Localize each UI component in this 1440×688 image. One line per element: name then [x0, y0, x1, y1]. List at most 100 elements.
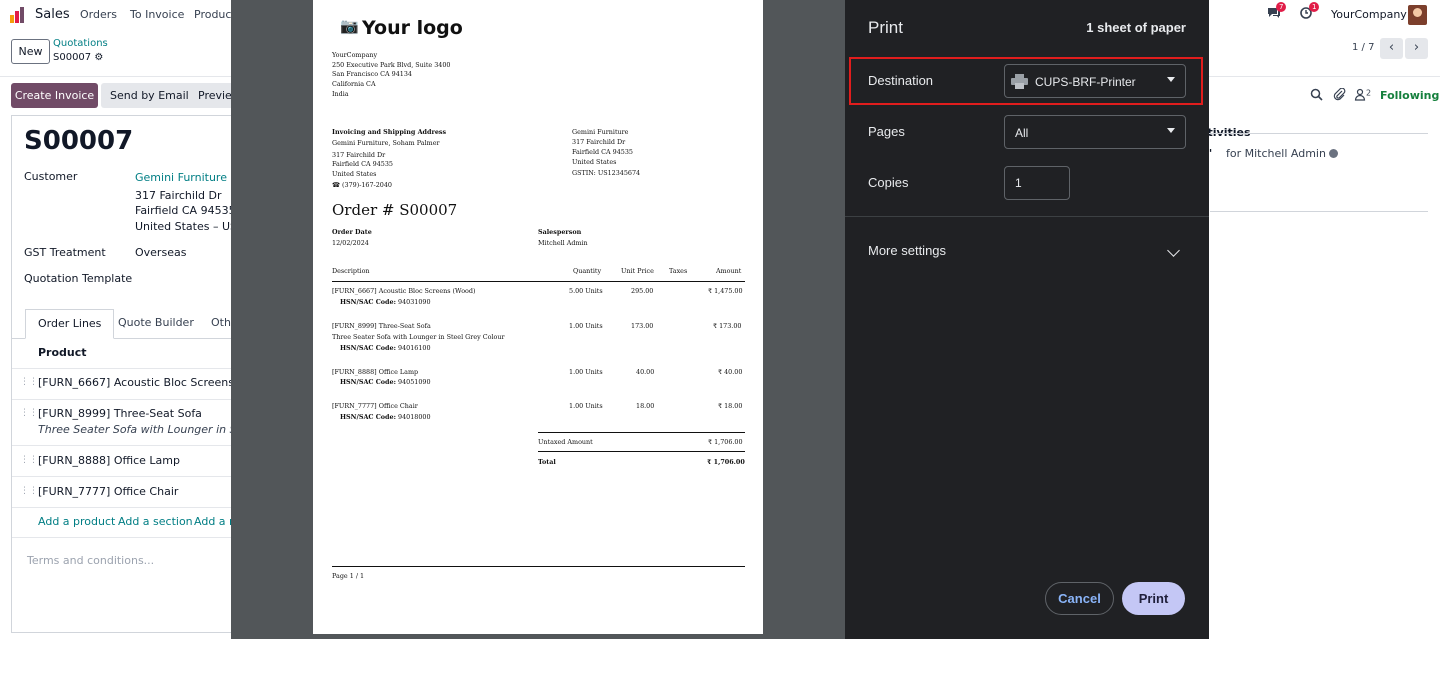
add-note-link[interactable]: Add a no [194, 515, 231, 528]
activity-assignee-text: for Mitchell Admin [1226, 147, 1326, 160]
cancel-button[interactable]: Cancel [1045, 582, 1114, 615]
order-line-product[interactable]: [FURN_6667] Acoustic Bloc Screens (Wood [38, 376, 231, 389]
caret-down-icon [1167, 77, 1175, 82]
print-button[interactable]: Print [1122, 582, 1185, 615]
doc-page-number: Page 1 / 1 [332, 572, 365, 580]
menu-orders[interactable]: Orders [80, 8, 117, 21]
doc-col-description: Description [332, 267, 370, 275]
order-line-product[interactable]: [FURN_8888] Office Lamp [38, 454, 180, 467]
row-divider [12, 537, 242, 538]
info-icon[interactable] [1329, 149, 1339, 158]
order-line-product[interactable]: [FURN_8999] Three-Seat Sofa [38, 407, 202, 420]
doc-hsn-label: HSN/SAC Code: [340, 378, 396, 386]
pager-previous-button[interactable]: ‹ [1380, 38, 1403, 59]
doc-phone-number: (379)-167-2040 [342, 181, 392, 189]
doc-line-desc: [FURN_7777] Office Chair [332, 402, 418, 410]
add-product-link[interactable]: Add a product [38, 515, 115, 528]
paperclip-icon[interactable] [1333, 87, 1346, 105]
doc-hsn-label: HSN/SAC Code: [340, 344, 396, 352]
breadcrumb-quotations[interactable]: Quotations [53, 38, 108, 49]
new-button[interactable]: New [11, 39, 50, 64]
print-preview-page: 📷 Your logo YourCompany 250 Executive Pa… [313, 0, 763, 634]
customer-address-line1: 317 Fairchild Dr [135, 189, 222, 202]
doc-hsn-code: 94018000 [398, 413, 431, 421]
gear-icon[interactable]: ⚙ [94, 52, 103, 63]
app-name[interactable]: Sales [35, 7, 70, 22]
menu-to-invoice[interactable]: To Invoice [130, 8, 184, 21]
doc-line-price: 18.00 [636, 402, 655, 410]
copies-label: Copies [868, 175, 909, 190]
print-title: Print [868, 18, 903, 37]
doc-line-price: 295.00 [631, 287, 654, 295]
create-invoice-button[interactable]: Create Invoice [11, 83, 98, 108]
doc-line-desc: [FURN_8999] Three-Seat Sofa [332, 322, 431, 330]
doc-total-label: Total [538, 458, 556, 466]
tab-quote-builder[interactable]: Quote Builder [106, 309, 206, 339]
followers-button[interactable]: 2 [1354, 88, 1371, 105]
activity-icon[interactable]: 1 [1299, 2, 1320, 23]
pages-value: All [1015, 126, 1029, 140]
tab-order-lines[interactable]: Order Lines [25, 309, 115, 339]
terms-and-conditions-field[interactable]: Terms and conditions... [27, 554, 154, 567]
menu-products[interactable]: Product [194, 8, 236, 21]
doc-customer-line: Fairfield CA 94535 [572, 148, 633, 156]
followers-count: 2 [1366, 88, 1372, 98]
drag-handle-icon[interactable]: ⋮⋮ [20, 455, 38, 465]
user-avatar[interactable] [1408, 5, 1427, 25]
sales-app-icon[interactable] [9, 6, 27, 24]
drag-handle-icon[interactable]: ⋮⋮ [20, 377, 38, 387]
row-divider [12, 399, 242, 400]
order-number: S00007 [24, 126, 134, 156]
doc-customer-line: Gemini Furniture [572, 128, 629, 136]
doc-customer-line: GSTIN: US12345674 [572, 169, 641, 177]
doc-customer-line: United States [572, 158, 617, 166]
company-switcher[interactable]: YourCompany [1331, 8, 1407, 21]
following-button[interactable]: Following [1380, 89, 1439, 102]
printer-icon [1011, 74, 1028, 89]
send-by-email-button[interactable]: Send by Email [101, 83, 198, 108]
drag-handle-icon[interactable]: ⋮⋮ [20, 486, 38, 496]
gst-treatment-label: GST Treatment [24, 246, 106, 259]
search-icon[interactable] [1310, 88, 1323, 105]
doc-line-price: 173.00 [631, 322, 654, 330]
copies-input[interactable]: 1 [1004, 166, 1070, 200]
destination-label: Destination [868, 73, 934, 88]
doc-line-qty: 1.00 Units [569, 322, 603, 330]
row-divider [12, 368, 242, 369]
doc-line-amount: ₹ 173.00 [713, 322, 742, 330]
row-divider [12, 507, 242, 508]
caret-down-icon [1167, 128, 1175, 133]
user-icon [1354, 88, 1366, 101]
breadcrumb-current: S00007 ⚙ [53, 52, 103, 63]
doc-line-amount: ₹ 18.00 [718, 402, 743, 410]
customer-link[interactable]: Gemini Furniture [135, 171, 227, 184]
sheet-count: 1 sheet of paper [1086, 20, 1186, 35]
destination-select[interactable]: CUPS-BRF-Printer [1004, 64, 1186, 98]
drag-handle-icon[interactable]: ⋮⋮ [20, 408, 38, 418]
doc-line-price: 40.00 [636, 368, 655, 376]
doc-company-line: YourCompany [332, 51, 378, 59]
doc-untaxed-amount: ₹ 1,706.00 [708, 438, 743, 446]
order-line-product[interactable]: [FURN_7777] Office Chair [38, 485, 178, 498]
doc-line-hsn: HSN/SAC Code: 94016100 [340, 344, 431, 352]
doc-order-title: Order # S00007 [332, 201, 458, 219]
messages-icon[interactable]: 7 [1266, 2, 1287, 23]
pages-select[interactable]: All [1004, 115, 1186, 149]
doc-company-line: San Francisco CA 94134 [332, 70, 412, 78]
gst-treatment-value[interactable]: Overseas [135, 246, 186, 259]
row-divider [12, 476, 242, 477]
chevron-down-icon[interactable] [1167, 244, 1180, 257]
add-section-link[interactable]: Add a section [118, 515, 193, 528]
product-column-header[interactable]: Product [38, 346, 87, 359]
doc-salesperson: Mitchell Admin [538, 239, 588, 247]
quotation-template-label: Quotation Template [24, 272, 133, 285]
customer-address-line2: Fairfield CA 94535 [135, 204, 236, 217]
doc-line-amount: ₹ 1,475.00 [708, 287, 743, 295]
pager-value[interactable]: 1 / 7 [1352, 42, 1374, 53]
tab-other-info[interactable]: Other [199, 309, 231, 339]
more-settings-toggle[interactable]: More settings [868, 243, 946, 258]
doc-line-desc: [FURN_8888] Office Lamp [332, 368, 419, 376]
pager-next-button[interactable]: › [1405, 38, 1428, 59]
messages-badge: 7 [1276, 2, 1287, 12]
doc-line-extra: Three Seater Sofa with Lounger in Steel … [332, 333, 505, 341]
